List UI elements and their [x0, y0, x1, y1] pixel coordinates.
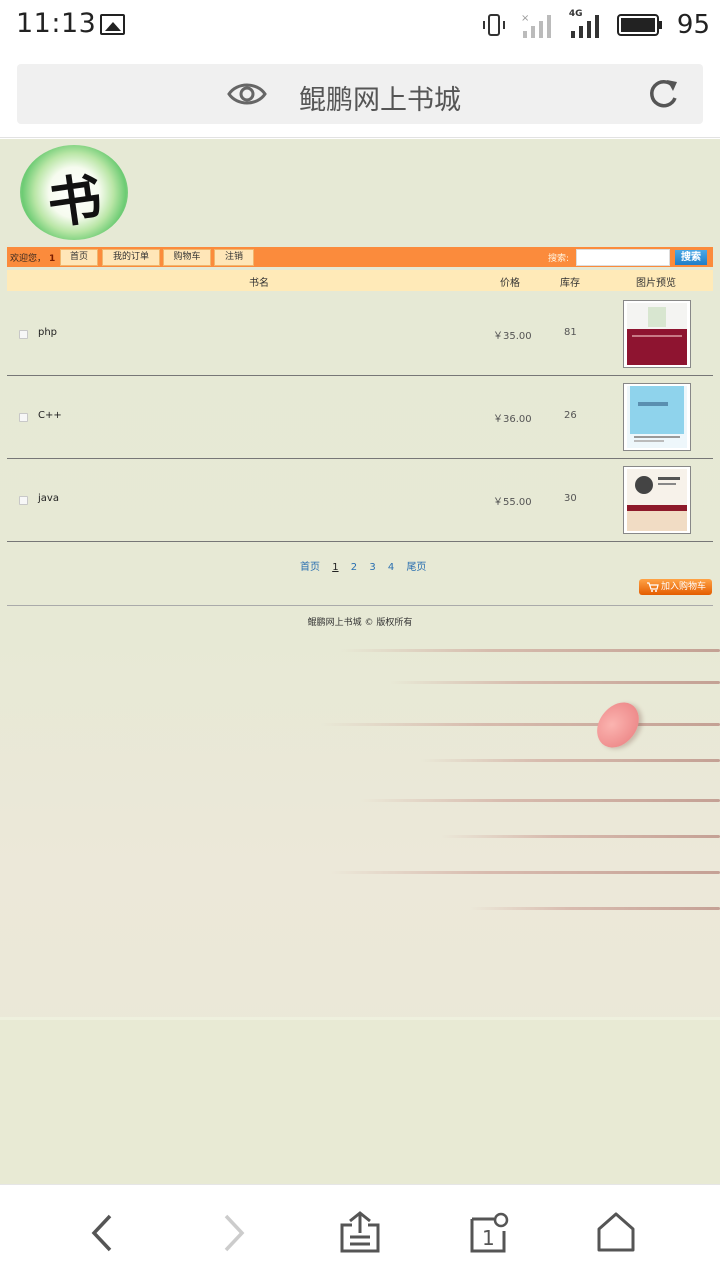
pager-last-link[interactable]: 尾页: [406, 562, 426, 573]
book-stock: 26: [564, 410, 577, 421]
pagination: 首页 1 2 3 4 尾页: [300, 558, 435, 573]
search-label: 搜索:: [548, 254, 570, 264]
site-logo: 书: [20, 145, 128, 240]
row-checkbox[interactable]: [19, 330, 28, 339]
header-stock: 库存: [560, 278, 580, 289]
book-price: ￥55.00: [493, 497, 532, 508]
add-to-cart-button[interactable]: 加入购物车: [639, 579, 712, 595]
copyright-text: 鲲鹏网上书城 © 版权所有: [307, 618, 413, 628]
book-stock: 81: [564, 327, 577, 338]
signal-no-sim-icon: ×: [521, 13, 551, 38]
background-band: [0, 1017, 720, 1184]
signal-4g-icon: 4G: [569, 9, 603, 39]
background-wood-decoration: [300, 639, 720, 1019]
table-row: php ￥35.00 81: [7, 293, 713, 376]
search-button[interactable]: 搜索: [675, 250, 707, 265]
pager-page-1[interactable]: 1: [332, 562, 338, 573]
book-name: java: [38, 493, 59, 504]
status-bar: 11:13 × 4G 95: [0, 0, 720, 50]
footer-divider: [7, 605, 713, 606]
address-bar[interactable]: 鲲鹏网上书城: [17, 64, 703, 124]
pager-page-4[interactable]: 4: [388, 562, 394, 573]
site-navbar: 欢迎您， 1 首页 我的订单 购物车 注销 搜索: 搜索: [7, 247, 713, 267]
book-table-header: 书名 价格 库存 图片预览: [7, 270, 713, 291]
book-price: ￥36.00: [493, 414, 532, 425]
pager-page-3[interactable]: 3: [369, 562, 375, 573]
svg-text:×: ×: [521, 13, 529, 24]
book-name: php: [38, 327, 58, 338]
clock: 11:13: [16, 8, 97, 39]
browser-toolbar: 鲲鹏网上书城: [0, 50, 720, 138]
header-preview: 图片预览: [636, 278, 676, 289]
home-icon[interactable]: [596, 1211, 636, 1253]
username: 1: [49, 254, 56, 264]
nav-logout-button[interactable]: 注销: [214, 249, 254, 266]
book-name: C++: [38, 410, 62, 421]
book-cover-image[interactable]: [623, 300, 691, 368]
tabs-icon[interactable]: 1: [468, 1211, 512, 1255]
svg-text:1: 1: [482, 1226, 495, 1250]
page-title: 鲲鹏网上书城: [299, 85, 461, 116]
nav-cart-button[interactable]: 购物车: [163, 249, 211, 266]
share-icon[interactable]: [338, 1211, 382, 1253]
cart-icon: [647, 582, 659, 592]
battery-icon: [616, 14, 662, 36]
vibrate-icon: [482, 14, 505, 36]
book-price: ￥35.00: [493, 331, 532, 342]
nav-home-button[interactable]: 首页: [60, 249, 98, 266]
book-stock: 30: [564, 493, 577, 504]
header-name: 书名: [249, 278, 269, 289]
table-row: java ￥55.00 30: [7, 459, 713, 542]
reload-icon[interactable]: [645, 76, 681, 112]
book-cover-image[interactable]: [623, 383, 691, 451]
image-notification-icon: [100, 14, 125, 35]
welcome-text: 欢迎您， 1: [10, 254, 56, 264]
row-checkbox[interactable]: [19, 496, 28, 505]
battery-level: 95: [676, 10, 710, 40]
pager-first-link[interactable]: 首页: [300, 562, 320, 573]
search-input[interactable]: [576, 249, 670, 266]
table-row: C++ ￥36.00 26: [7, 376, 713, 459]
forward-icon[interactable]: [218, 1213, 248, 1253]
nav-my-orders-button[interactable]: 我的订单: [102, 249, 160, 266]
browser-bottom-nav: 1: [0, 1184, 720, 1280]
web-page: 书 欢迎您， 1 首页 我的订单 购物车 注销 搜索: 搜索 书名 价格 库存 图…: [0, 139, 720, 1184]
add-to-cart-label: 加入购物车: [660, 582, 706, 592]
pager-page-2[interactable]: 2: [351, 562, 357, 573]
header-price: 价格: [500, 278, 520, 289]
book-cover-image[interactable]: [623, 466, 691, 534]
row-checkbox[interactable]: [19, 413, 28, 422]
back-icon[interactable]: [88, 1213, 118, 1253]
